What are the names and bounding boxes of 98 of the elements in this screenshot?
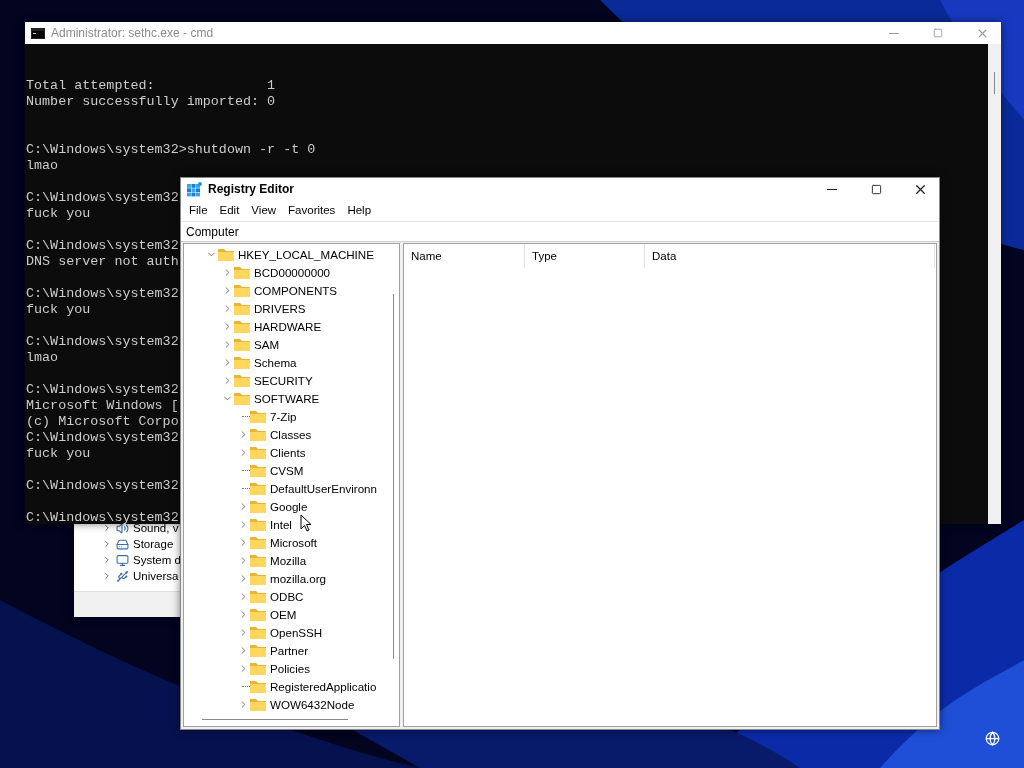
registry-key[interactable]: DefaultUserEnvironn [270, 481, 377, 495]
registry-key[interactable]: ODBC [270, 589, 304, 603]
registry-key[interactable]: Intel [270, 517, 292, 531]
registry-key[interactable]: Partner [270, 643, 309, 657]
registry-key[interactable]: Microsoft [270, 535, 318, 549]
registry-key[interactable]: OEM [270, 607, 297, 621]
folder-icon [250, 697, 266, 711]
registry-key[interactable]: mozilla.org [270, 571, 327, 585]
console-line: lmao [26, 158, 59, 174]
registry-key[interactable]: Policies [270, 661, 310, 675]
folder-icon [234, 283, 250, 297]
minimize-icon [827, 188, 837, 190]
folder-icon [250, 553, 266, 567]
device-category[interactable]: Storage [133, 538, 174, 550]
console-line: C:\Windows\system32 [26, 430, 179, 446]
folder-icon [250, 409, 266, 423]
folder-icon [250, 463, 266, 477]
folder-icon [250, 517, 266, 531]
registry-key[interactable]: SAM [254, 337, 280, 351]
scrollbar[interactable] [988, 44, 1001, 524]
mouse-cursor [300, 514, 312, 532]
registry-icon [187, 181, 202, 197]
folder-icon [250, 679, 266, 693]
console-line: lmao [26, 350, 59, 366]
window-title: Registry Editor [208, 182, 294, 196]
console-icon [31, 27, 45, 39]
column-header[interactable]: Type [525, 244, 645, 268]
console-line: C:\Windows\system32 [26, 190, 179, 206]
folder-icon [250, 589, 266, 603]
maximize-icon [870, 183, 882, 195]
console-line: Number successfully imported: 0 [26, 94, 276, 110]
address-bar[interactable]: Computer [181, 221, 939, 242]
console-line: DNS server not auth [26, 254, 179, 270]
folder-icon [234, 301, 250, 315]
console-line: fuck you [26, 206, 91, 222]
console-line: Microsoft Windows [ [26, 398, 179, 414]
folder-icon [250, 643, 266, 657]
console-line: (c) Microsoft Corpo [26, 414, 179, 430]
registry-key[interactable]: BCD00000000 [254, 265, 331, 279]
minimize-icon [889, 32, 899, 34]
console-line: fuck you [26, 302, 91, 318]
menu-item[interactable]: View [245, 204, 283, 216]
console-line: C:\Windows\system32 [26, 382, 179, 398]
column-header[interactable]: Data [645, 244, 935, 268]
registry-key[interactable]: 7-Zip [270, 409, 297, 423]
folder-icon [234, 265, 250, 279]
folder-icon [250, 607, 266, 621]
registry-key[interactable]: Google [270, 499, 308, 513]
device-category[interactable]: System d [133, 554, 181, 566]
registry-key[interactable]: COMPONENTS [254, 283, 338, 297]
folder-icon [234, 391, 250, 405]
folder-icon [250, 661, 266, 675]
console-line: C:\Windows\system32 [26, 334, 179, 350]
registry-key[interactable]: HKEY_LOCAL_MACHINE [238, 247, 374, 261]
registry-key[interactable]: DRIVERS [254, 301, 306, 315]
folder-icon [250, 481, 266, 495]
registry-key[interactable]: OpenSSH [270, 625, 323, 639]
menu-item[interactable]: Edit [213, 204, 246, 216]
registry-key[interactable]: Classes [270, 427, 312, 441]
registry-key[interactable]: CVSM [270, 463, 304, 477]
console-line: C:\Windows\system32 [26, 286, 179, 302]
menu-item[interactable]: Favorites [282, 204, 342, 216]
folder-icon [234, 355, 250, 369]
registry-key[interactable]: SOFTWARE [254, 391, 320, 405]
folder-icon [218, 247, 234, 261]
registry-key[interactable]: SECURITY [254, 373, 313, 387]
console-line: C:\Windows\system32 [26, 478, 179, 494]
folder-icon [250, 625, 266, 639]
console-line: C:\Windows\system32>shutdown -r -t 0 [26, 142, 316, 158]
registry-key[interactable]: Mozilla [270, 553, 307, 567]
column-header[interactable]: Name [404, 244, 525, 268]
folder-icon [234, 373, 250, 387]
folder-icon [250, 499, 266, 513]
console-line: Total attempted: 1 [26, 78, 276, 94]
registry-key[interactable]: Clients [270, 445, 306, 459]
folder-icon [234, 319, 250, 333]
folder-icon [250, 427, 266, 441]
menu-item[interactable]: Help [341, 204, 378, 216]
folder-icon [250, 571, 266, 585]
drive-icon [116, 537, 129, 551]
console-line: C:\Windows\system32 [26, 510, 179, 525]
maximize-icon [933, 28, 943, 38]
window-title: Administrator: sethc.exe - cmd [51, 26, 214, 40]
registry-key[interactable]: RegisteredApplicatio [270, 679, 377, 693]
monitor-icon [116, 553, 129, 567]
network-icon[interactable] [985, 731, 1000, 746]
registry-key[interactable]: WOW6432Node [270, 697, 355, 711]
registry-key[interactable]: Schema [254, 355, 297, 369]
registry-key[interactable]: HARDWARE [254, 319, 322, 333]
console-line: fuck you [26, 446, 91, 462]
folder-icon [250, 535, 266, 549]
usb-icon [116, 569, 129, 583]
console-line: C:\Windows\system32 [26, 238, 179, 254]
folder-icon [234, 337, 250, 351]
device-category[interactable]: Universa [133, 570, 179, 582]
device-category[interactable]: Sound, v [133, 522, 179, 534]
menu-item[interactable]: File [183, 204, 214, 216]
folder-icon [250, 445, 266, 459]
